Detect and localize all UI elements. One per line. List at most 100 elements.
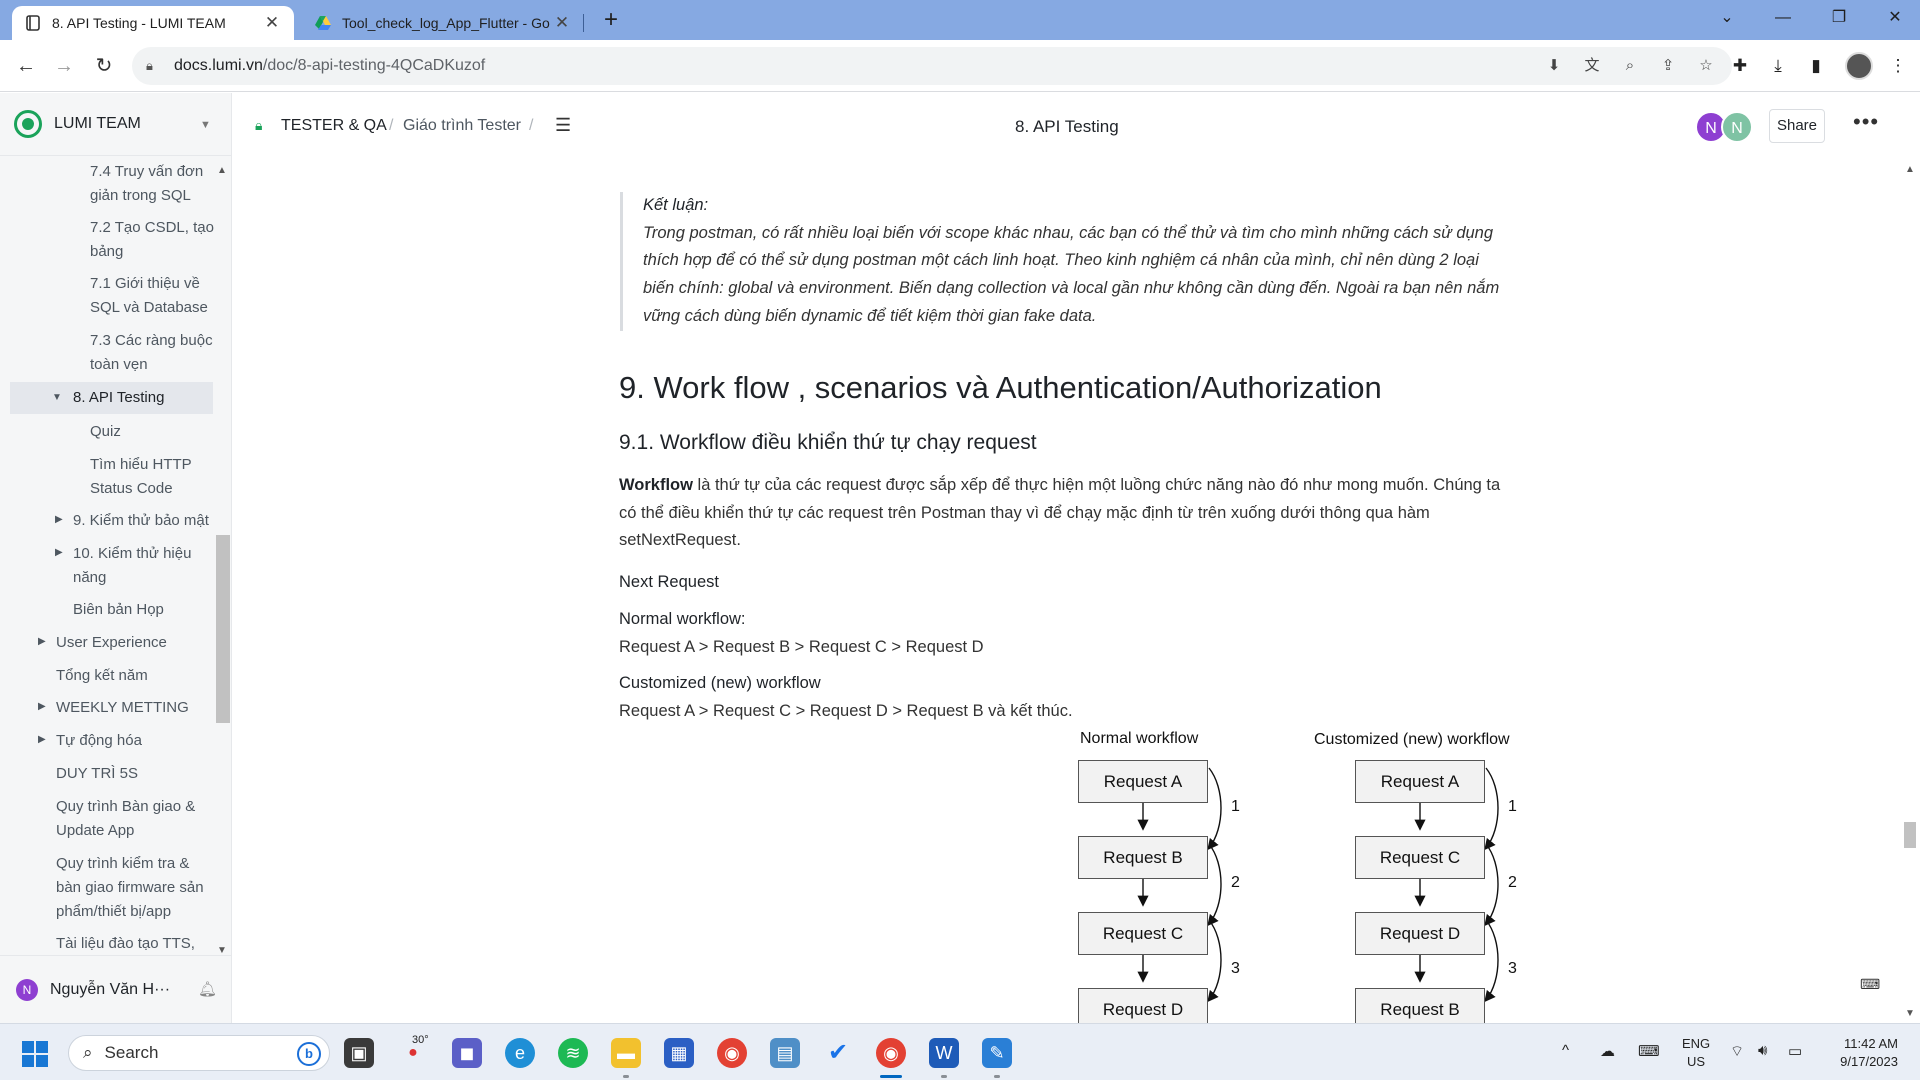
back-arrow-icon[interactable]: ← [10, 50, 42, 82]
bell-icon[interactable]: 🔔︎ [198, 980, 217, 998]
control-panel-icon[interactable]: ▤ [770, 1038, 800, 1068]
tab-title: Tool_check_log_App_Flutter - Go [342, 15, 550, 31]
user-bar[interactable]: N Nguyễn Văn H··· 🔔︎ [0, 955, 232, 1023]
battery-icon[interactable]: ▭ [1788, 1042, 1802, 1060]
close-window-icon[interactable]: ✕ [1880, 4, 1910, 32]
chevron-up-icon[interactable]: ^ [1562, 1042, 1569, 1059]
sidebar-item-quiz[interactable]: Quiz [90, 420, 121, 444]
browser-tab-active[interactable]: 8. API Testing - LUMI TEAM ✕ [12, 6, 294, 40]
step-number: 1 [1231, 798, 1240, 815]
sidebar-item-user-experience[interactable]: User Experience [56, 631, 167, 655]
store-icon[interactable]: ▦ [664, 1038, 694, 1068]
google-drive-icon [315, 16, 331, 30]
teams-icon[interactable]: ◼ [452, 1038, 482, 1068]
scroll-up-arrow-icon[interactable]: ▲ [1905, 164, 1915, 175]
sidebar-item-year-summary[interactable]: Tổng kết năm [56, 664, 148, 688]
file-explorer-icon[interactable]: ▬ [611, 1038, 641, 1068]
share-page-icon[interactable]: ⇪ [1658, 56, 1678, 76]
collaborator-avatar[interactable]: N [1721, 111, 1753, 143]
side-panel-icon[interactable]: ▮ [1804, 54, 1828, 78]
sidebar-item-7-4[interactable]: 7.4 Truy vấn đơn giản trong SQL [90, 160, 203, 208]
sidebar-item-firmware-handover[interactable]: Quy trình kiểm tra & bàn giao firmware sả… [56, 852, 204, 924]
caret-right-icon[interactable]: ▶ [38, 636, 46, 647]
scroll-down-arrow-icon[interactable]: ▼ [1905, 1008, 1915, 1019]
sidebar-item-7-2[interactable]: 7.2 Tạo CSDL, tạo bảng [90, 216, 214, 264]
extensions-puzzle-icon[interactable]: ✚ [1728, 54, 1752, 78]
workflow-paragraph: Workflow là thứ tự của các request được … [619, 472, 1519, 555]
task-view-icon[interactable]: ▣ [344, 1038, 374, 1068]
edge-icon[interactable]: e [505, 1038, 535, 1068]
keyboard-shortcuts-icon[interactable]: ⌨ [1860, 976, 1880, 993]
page-scrollbar-thumb[interactable] [1904, 822, 1916, 848]
sidebar-item-api-testing[interactable]: 8. API Testing [10, 382, 213, 414]
sidebar-item-automation[interactable]: Tự động hóa [56, 729, 142, 753]
sidebar-tree: 7.4 Truy vấn đơn giản trong SQL 7.2 Tạo C… [0, 155, 232, 955]
sidebar-item-intern-training[interactable]: Tài liệu đào tạo TTS, [56, 932, 195, 955]
close-tab-icon[interactable]: ✕ [552, 13, 572, 33]
caret-down-icon[interactable]: ▼ [52, 392, 62, 403]
more-options-icon[interactable]: ••• [1853, 109, 1879, 135]
zoom-icon[interactable]: ⌕ [1620, 56, 1640, 76]
table-of-contents-icon[interactable]: ☰ [555, 115, 571, 136]
todo-check-icon[interactable]: ✔ [823, 1038, 853, 1068]
sidebar-item-7-3[interactable]: 7.3 Các ràng buộc toàn vẹn [90, 329, 213, 377]
restore-icon[interactable]: ❐ [1824, 4, 1854, 32]
chrome-icon[interactable]: ◉ [876, 1038, 906, 1068]
sidebar-item-7-1[interactable]: 7.1 Giới thiệu về SQL và Database [90, 272, 208, 320]
volume-icon[interactable]: 🔊︎ [1758, 1042, 1767, 1059]
normal-workflow-label: Normal workflow: [619, 610, 746, 628]
browser-tab-inactive[interactable]: Tool_check_log_App_Flutter - Go ✕ [302, 6, 584, 40]
caret-right-icon[interactable]: ▶ [55, 514, 63, 525]
sidebar-scrollbar-thumb[interactable] [216, 535, 230, 723]
share-button[interactable]: Share [1769, 109, 1825, 143]
minimize-icon[interactable]: — [1768, 4, 1798, 32]
tab-search-chevron-icon[interactable]: ⌄ [1712, 4, 1742, 32]
bookmark-star-icon[interactable]: ☆ [1696, 56, 1716, 76]
system-clock[interactable]: 11:42 AM 9/17/2023 [1822, 1035, 1898, 1071]
new-tab-button[interactable]: + [598, 6, 624, 34]
team-switcher[interactable]: LUMI TEAM [14, 109, 141, 139]
translate-icon[interactable]: 文 [1582, 56, 1602, 76]
language-indicator[interactable]: ENG US [1682, 1035, 1710, 1071]
install-app-icon[interactable]: ⬇ [1544, 56, 1564, 76]
caret-right-icon[interactable]: ▶ [38, 734, 46, 745]
sidebar-item-http-status[interactable]: Tìm hiểu HTTP Status Code [90, 453, 192, 501]
close-tab-icon[interactable]: ✕ [262, 13, 282, 33]
keyboard-icon[interactable]: ⌨ [1638, 1042, 1660, 1060]
workflow-diagram: Normal workflow Customized (new) workflo… [833, 728, 1533, 1023]
downloads-icon[interactable]: ⤓ [1766, 54, 1790, 78]
reload-icon[interactable]: ↻ [88, 50, 120, 82]
page-scrollbar[interactable] [1901, 161, 1920, 1023]
address-bar[interactable]: 🔒︎ docs.lumi.vn/doc/8-api-testing-4QCaDK… [132, 47, 1732, 85]
sidebar-item-meeting-minutes[interactable]: Biên bản Họp [73, 598, 164, 622]
forward-arrow-icon[interactable]: → [48, 50, 80, 82]
profile-avatar[interactable] [1845, 52, 1873, 80]
step-number: 2 [1231, 874, 1240, 891]
sidebar-item-weekly-meeting[interactable]: WEEKLY METTING [56, 696, 189, 720]
sidebar-item-5s[interactable]: DUY TRÌ 5S [56, 762, 138, 786]
caret-right-icon[interactable]: ▶ [55, 547, 63, 558]
scroll-up-arrow-icon[interactable]: ▲ [217, 165, 227, 176]
sidebar-item-handover-app[interactable]: Quy trình Bàn giao & Update App [56, 795, 195, 843]
wifi-icon[interactable]: ⌔ [1730, 1042, 1744, 1061]
tab-separator [583, 14, 584, 32]
caret-right-icon[interactable]: ▶ [38, 701, 46, 712]
team-logo-icon [14, 110, 42, 138]
lock-icon[interactable]: 🔒︎ [146, 58, 162, 74]
step-number: 2 [1508, 874, 1517, 891]
paint-icon[interactable]: ✎ [982, 1038, 1012, 1068]
word-icon[interactable]: W [929, 1038, 959, 1068]
browser-menu-icon[interactable]: ⋮ [1886, 54, 1910, 78]
chevron-down-icon[interactable]: ▼ [200, 119, 211, 131]
taskbar-search[interactable]: ⌕ Search b [68, 1035, 330, 1071]
user-avatar: N [16, 978, 38, 1001]
windows-start-icon[interactable] [22, 1041, 48, 1067]
breadcrumb-parent[interactable]: Giáo trình Tester [403, 117, 521, 135]
breadcrumb-collection[interactable]: TESTER & QA [281, 117, 387, 135]
onedrive-cloud-icon[interactable]: ☁ [1600, 1042, 1615, 1060]
spotify-icon[interactable]: ≋ [558, 1038, 588, 1068]
sidebar-item-security-testing[interactable]: 9. Kiểm thử bảo mật [73, 509, 209, 533]
chrome-icon[interactable]: ◉ [717, 1038, 747, 1068]
sidebar-item-performance-testing[interactable]: 10. Kiểm thử hiệu năng [73, 542, 191, 590]
bing-icon[interactable]: b [297, 1042, 321, 1066]
